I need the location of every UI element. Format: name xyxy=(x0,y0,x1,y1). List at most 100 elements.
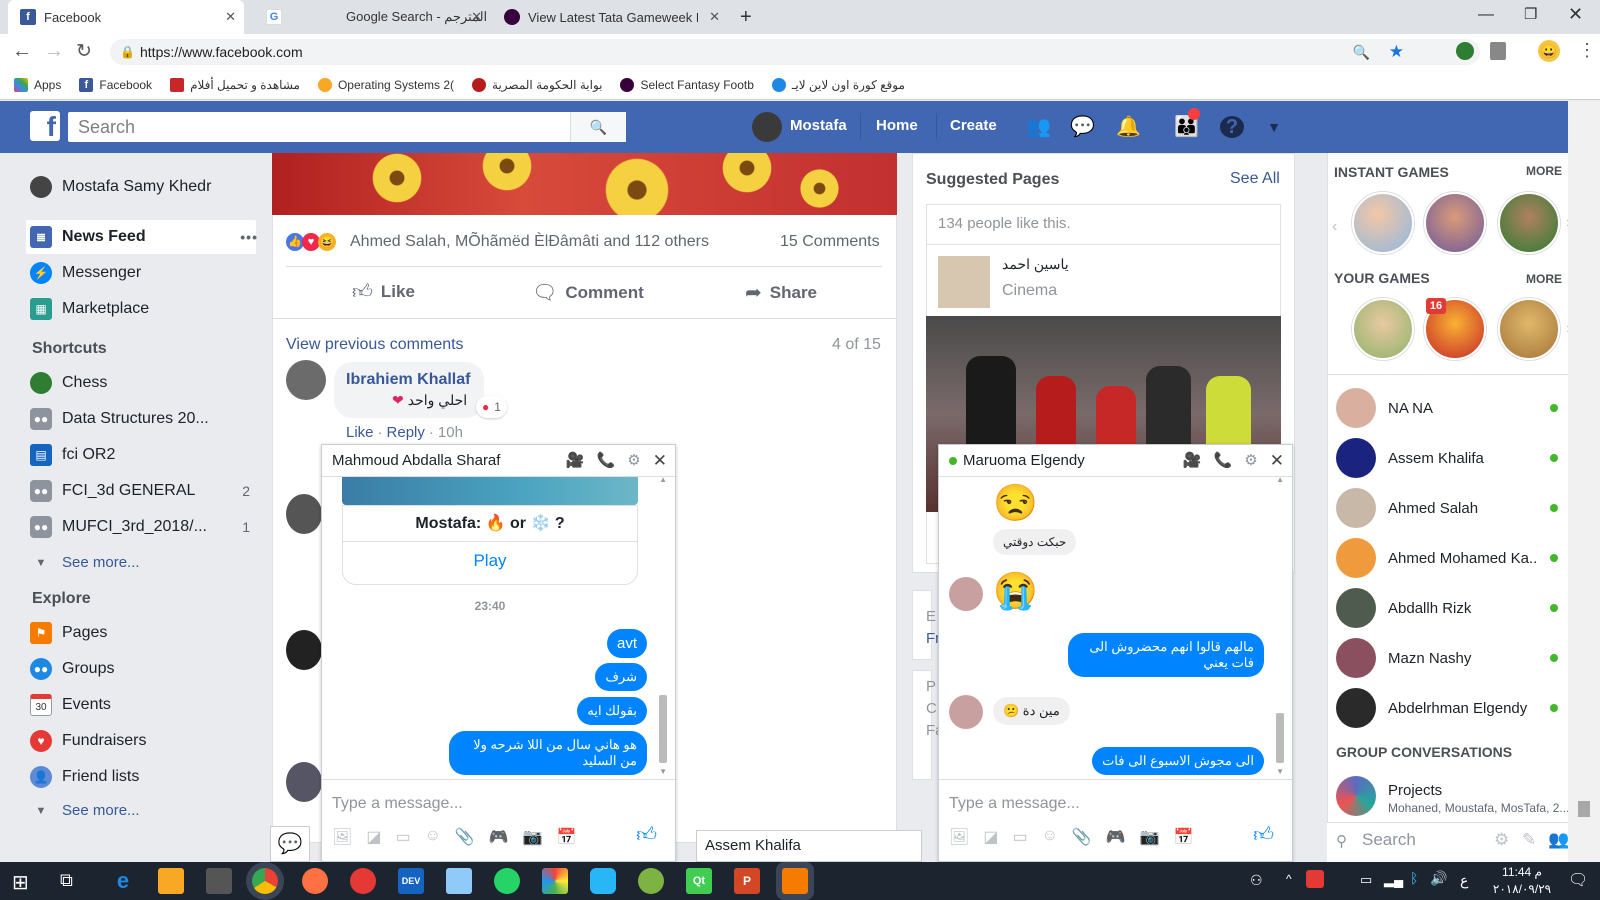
your-game-thumbnail[interactable] xyxy=(1498,298,1560,360)
shortcut-chess[interactable]: Chess xyxy=(30,372,250,394)
zoom-icon[interactable]: 🔍 xyxy=(1353,44,1370,61)
chat-title[interactable]: Maruoma Elgendy xyxy=(963,452,1085,469)
app-icon[interactable] xyxy=(590,868,616,894)
extension-icon[interactable] xyxy=(1456,42,1474,60)
photo-icon[interactable]: 🖼 xyxy=(332,827,352,847)
chat-header[interactable]: Maruoma Elgendy 🎥 📞 ⚙ ✕ xyxy=(939,445,1292,477)
create-link[interactable]: Create xyxy=(950,117,997,134)
message-input[interactable]: Type a message... xyxy=(322,795,675,813)
bookmark-os[interactable]: Operating Systems 2( xyxy=(317,77,454,92)
instant-game-thumbnail[interactable] xyxy=(1424,192,1486,254)
contact-item[interactable]: Assem Khalifa xyxy=(1336,438,1558,478)
friend-requests-icon[interactable]: 👥 xyxy=(1026,116,1051,138)
contact-item[interactable]: Ahmed Mohamed Ka... xyxy=(1336,538,1558,578)
bookmark-gov[interactable]: بوابة الحكومة المصرية xyxy=(472,77,602,92)
facebook-logo[interactable]: f xyxy=(30,111,60,141)
scroll-up-icon[interactable]: ▲ xyxy=(1276,475,1284,484)
emoji-icon[interactable]: ☺ xyxy=(425,827,441,847)
see-more-shortcuts[interactable]: ▼ See more... xyxy=(30,554,250,571)
bookmark-fantasy[interactable]: Select Fantasy Footb xyxy=(620,77,754,92)
phone-icon[interactable]: 📞 xyxy=(1214,451,1233,471)
shortcut-fci-or2[interactable]: ▤ fci OR2 xyxy=(30,444,250,466)
calendar-icon[interactable]: 📅 xyxy=(557,827,577,847)
game-icon[interactable]: 🎮 xyxy=(489,827,509,847)
gif-icon[interactable]: ▭ xyxy=(395,827,410,847)
contact-item[interactable]: Abdallh Rizk xyxy=(1336,588,1558,628)
contacts-search-input[interactable]: Search xyxy=(1362,830,1416,850)
android-studio-icon[interactable] xyxy=(638,868,664,894)
group-avatar[interactable] xyxy=(1336,776,1376,816)
sticker-icon[interactable]: ◪ xyxy=(366,827,381,847)
commenter-avatar[interactable] xyxy=(286,494,322,534)
chat-header[interactable]: Mahmoud Abdalla Sharaf 🎥 📞 ⚙ ✕ xyxy=(322,445,675,477)
minimized-chat-tab[interactable]: Assem Khalifa xyxy=(696,830,922,862)
sticker-icon[interactable]: ◪ xyxy=(983,827,998,847)
user-avatar[interactable] xyxy=(752,112,782,142)
search-input[interactable]: Search xyxy=(68,112,626,142)
notifications-center-icon[interactable]: 🗨 xyxy=(1568,870,1588,890)
powerpoint-icon[interactable]: P xyxy=(734,868,760,894)
bookmark-movies[interactable]: مشاهدة و تحميل أفلام xyxy=(170,77,300,92)
attachment-icon[interactable]: 📎 xyxy=(1072,827,1092,847)
app-icon[interactable] xyxy=(350,868,376,894)
volume-icon[interactable]: 🔊 xyxy=(1430,870,1447,887)
more-options-icon[interactable]: ••• xyxy=(240,229,258,245)
tab-fantasy[interactable]: View Latest Tata Gameweek Poin ✕ xyxy=(492,0,728,34)
tray-chevron-icon[interactable]: ^ xyxy=(1286,872,1292,886)
profile-link[interactable]: Mostafa Samy Khedr xyxy=(30,176,250,198)
tray-app-icon[interactable] xyxy=(1306,870,1324,888)
devcpp-icon[interactable]: DEV xyxy=(398,868,424,894)
edge-icon[interactable]: e xyxy=(110,868,136,894)
thumbs-up-send-icon[interactable]: 👍︎ xyxy=(636,823,657,847)
chrome-icon[interactable] xyxy=(252,868,278,894)
sidebar-item-groups[interactable]: ●● Groups xyxy=(30,658,250,680)
qt-icon[interactable]: Qt xyxy=(686,868,712,894)
contact-item[interactable]: NA NA xyxy=(1336,388,1558,428)
page-avatar[interactable] xyxy=(938,256,990,308)
close-window-icon[interactable]: ✕ xyxy=(1568,4,1583,25)
comment-reply-link[interactable]: Reply xyxy=(387,424,425,441)
instant-game-thumbnail[interactable] xyxy=(1498,192,1560,254)
sender-avatar[interactable] xyxy=(949,695,983,729)
tab-facebook[interactable]: f Facebook ✕ xyxy=(8,0,244,34)
see-more-explore[interactable]: ▼ See more... xyxy=(30,802,250,819)
extension-icon[interactable] xyxy=(1490,42,1506,60)
address-bar[interactable]: 🔒 https://www.facebook.com 🔍 ★ xyxy=(110,39,1480,65)
comment-button[interactable]: 🗨︎ Comment xyxy=(532,280,644,305)
task-view-icon[interactable]: ⧉ xyxy=(60,870,73,891)
whatsapp-icon[interactable] xyxy=(494,868,520,894)
scrollbar-thumb[interactable] xyxy=(1578,801,1590,817)
reaction-icons[interactable]: 👍 ♥ 😆 xyxy=(286,233,336,251)
bluetooth-icon[interactable]: ᛒ xyxy=(1410,870,1418,886)
messenger-icon[interactable]: 💬 xyxy=(1070,116,1095,138)
sender-avatar[interactable] xyxy=(949,577,983,611)
close-tab-icon[interactable]: ✕ xyxy=(225,9,236,25)
new-group-icon[interactable]: 👥 xyxy=(1548,830,1569,850)
video-call-icon[interactable]: 🎥 xyxy=(1183,451,1202,471)
message-input[interactable]: Type a message... xyxy=(939,795,1292,813)
chat-scrollbar[interactable] xyxy=(1276,713,1284,763)
network-icon[interactable]: ▂▄ xyxy=(1384,872,1403,888)
shortcut-mufci[interactable]: ●● MUFCI_3rd_2018/... 1 xyxy=(30,516,250,538)
contact-item[interactable]: Mazn Nashy xyxy=(1336,638,1558,678)
java-icon[interactable] xyxy=(782,868,808,894)
sidebar-item-messenger[interactable]: ⚡ Messenger xyxy=(30,262,250,284)
sidebar-item-fundraisers[interactable]: ♥ Fundraisers xyxy=(30,730,250,752)
chat-title[interactable]: Mahmoud Abdalla Sharaf xyxy=(332,452,500,469)
comment-like-link[interactable]: Like xyxy=(346,424,374,441)
instant-game-thumbnail[interactable] xyxy=(1352,192,1414,254)
calendar-icon[interactable]: 📅 xyxy=(1174,827,1194,847)
view-previous-comments[interactable]: View previous comments xyxy=(286,336,464,354)
language-indicator[interactable]: ع xyxy=(1460,872,1468,889)
minimize-icon[interactable]: — xyxy=(1478,6,1494,24)
firefox-icon[interactable] xyxy=(302,868,328,894)
home-link[interactable]: Home xyxy=(876,117,918,134)
like-button[interactable]: 👍︎ Like xyxy=(352,280,415,304)
new-tab-icon[interactable]: + xyxy=(740,6,752,29)
contact-item[interactable]: Abdelrhman Elgendy xyxy=(1336,688,1558,728)
commenter-avatar[interactable] xyxy=(286,630,322,670)
commenter-avatar[interactable] xyxy=(286,360,326,400)
reload-icon[interactable]: ↻ xyxy=(76,40,92,63)
help-icon[interactable]: ? xyxy=(1220,116,1244,138)
battery-icon[interactable]: ▭ xyxy=(1360,872,1372,888)
